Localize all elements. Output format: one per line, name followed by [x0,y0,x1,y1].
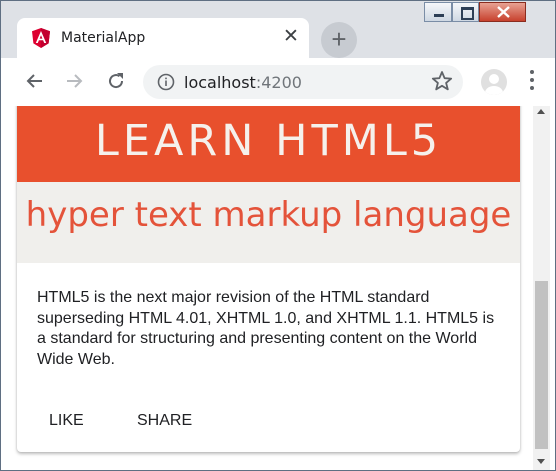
banner-title: LEARN HTML5 [94,116,443,166]
tab-close-icon[interactable]: ✕ [281,27,301,47]
browser-toolbar: localhost:4200 [1,58,555,106]
profile-avatar-icon[interactable] [481,69,507,95]
menu-dot [530,78,534,82]
url-text[interactable]: localhost:4200 [184,73,302,92]
kebab-menu-icon[interactable] [528,70,536,94]
back-arrow-icon [26,74,42,88]
url-port: :4200 [255,73,302,92]
tab-strip: MaterialApp ✕ + [1,1,555,58]
back-button[interactable] [22,68,48,94]
banner-bottom: hyper text markup language [17,182,520,263]
card-image: LEARN HTML5 hyper text markup language [17,106,520,263]
maximize-button[interactable] [452,2,479,22]
angular-icon [32,28,50,48]
like-button[interactable]: LIKE [37,403,96,439]
profile-silhouette [485,74,503,95]
tab-title: MaterialApp [61,30,146,46]
minimize-icon [434,14,444,17]
menu-dot [530,86,534,90]
address-bar[interactable]: localhost:4200 [143,65,463,99]
card-content: HTML5 is the next major revision of the … [37,289,495,368]
minimize-button[interactable] [424,2,452,22]
vertical-scrollbar[interactable] [533,106,550,470]
close-window-button[interactable] [479,2,526,22]
reload-icon [109,73,124,89]
reload-button[interactable] [103,68,129,94]
banner-subtitle: hyper text markup language [25,195,512,235]
close-icon [497,6,510,18]
star-icon[interactable] [431,70,453,92]
banner-top: LEARN HTML5 [17,106,520,182]
tab-material-app[interactable]: MaterialApp ✕ [17,18,309,58]
scroll-up-icon[interactable] [537,109,545,114]
page-viewport: LEARN HTML5 hyper text markup language H… [1,106,555,470]
info-icon[interactable] [157,73,175,91]
url-host: localhost [184,73,256,92]
forward-arrow-icon [67,74,83,88]
share-button[interactable]: SHARE [125,403,204,439]
material-card: LEARN HTML5 hyper text markup language H… [17,106,520,452]
scroll-down-icon[interactable] [537,459,545,464]
maximize-icon [461,7,474,20]
forward-button[interactable] [61,68,87,94]
scroll-thumb[interactable] [535,281,548,449]
menu-dot [530,70,534,74]
new-tab-button[interactable]: + [321,22,357,58]
browser-window: MaterialApp ✕ + localhost:4200 LEARN HTM… [0,0,556,471]
